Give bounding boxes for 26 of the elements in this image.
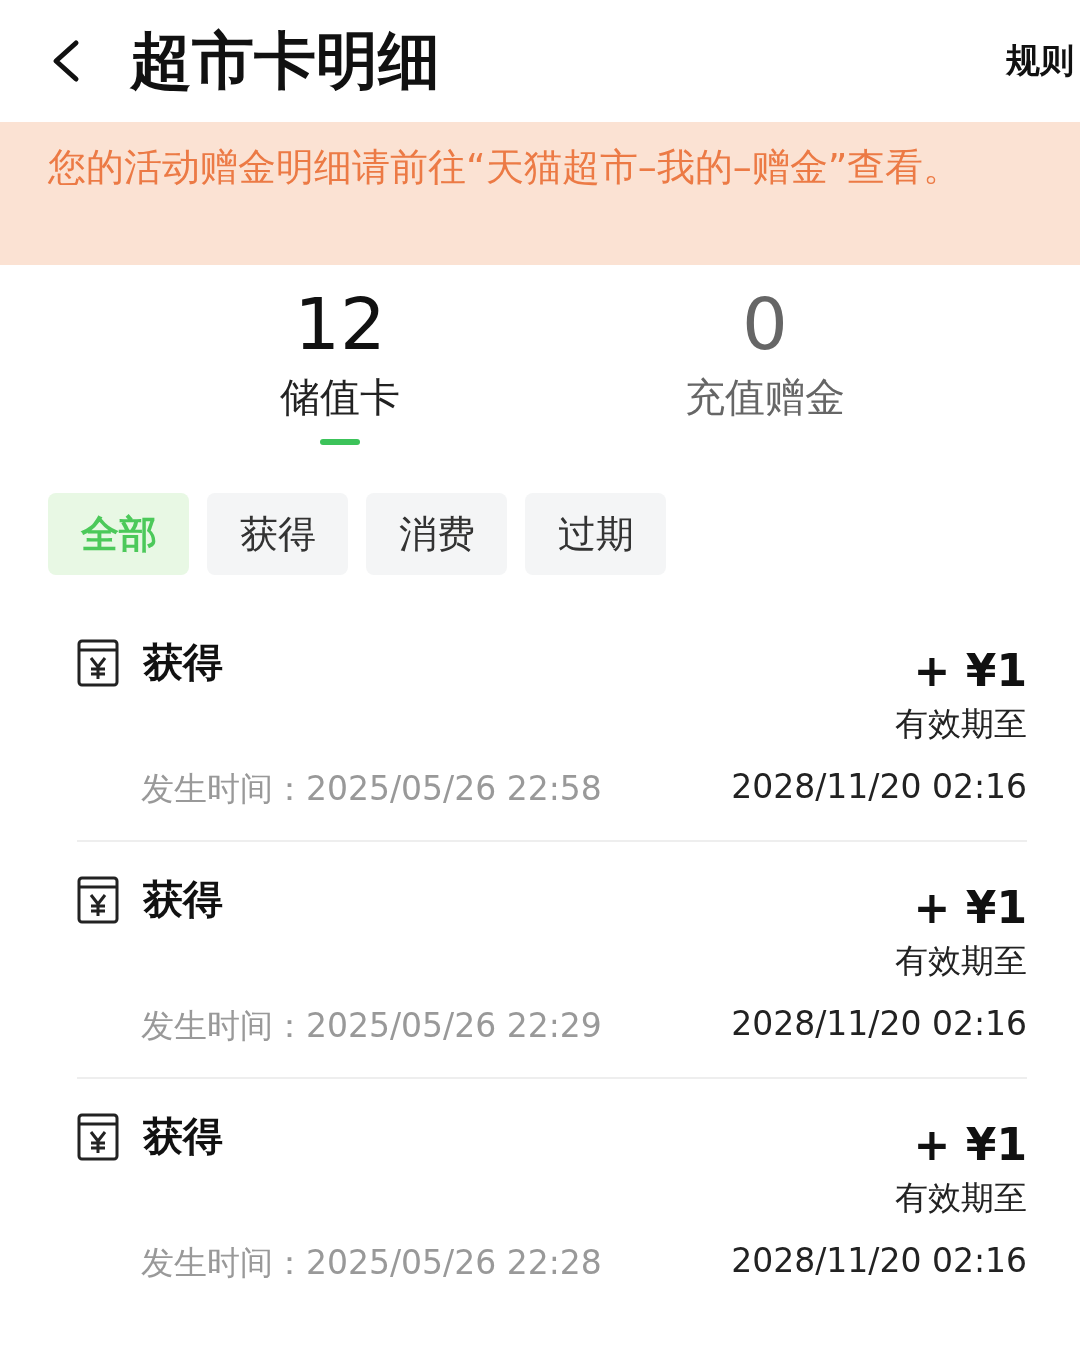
expiry-label: 有效期至 [895, 1178, 1027, 1217]
card-yen-icon [77, 638, 119, 687]
filter-chip[interactable]: 获得 [207, 493, 348, 575]
filter-chip[interactable]: 消费 [366, 493, 507, 575]
expiry-label: 有效期至 [895, 941, 1027, 980]
expiry-date: 2028/11/20 02:16 [731, 1004, 1027, 1045]
summary-tab[interactable]: 0 充值赠金 [530, 283, 1080, 445]
notice-banner: 您的活动赠金明细请前往“天猫超市–我的–赠金”查看。 [0, 122, 1080, 265]
expiry-date: 2028/11/20 02:16 [731, 1241, 1027, 1282]
record-time: 发生时间：2025/05/26 22:29 [141, 1005, 602, 1047]
record-type: 获得 [143, 1112, 223, 1161]
record-amount: + ¥1 [913, 645, 1027, 696]
record-type: 获得 [143, 875, 223, 924]
record-type: 获得 [143, 638, 223, 687]
record-time: 发生时间：2025/05/26 22:28 [141, 1242, 602, 1284]
page-title: 超市卡明细 [130, 23, 441, 99]
record-amount: + ¥1 [913, 1119, 1027, 1170]
record-time: 发生时间：2025/05/26 22:58 [141, 768, 602, 810]
expiry-date: 2028/11/20 02:16 [731, 767, 1027, 808]
expiry-label: 有效期至 [895, 704, 1027, 743]
filter-chip[interactable]: 过期 [525, 493, 666, 575]
card-yen-icon [77, 875, 119, 924]
card-yen-icon [77, 1112, 119, 1161]
record-amount: + ¥1 [913, 882, 1027, 933]
summary-tab[interactable]: 12 储值卡 [0, 283, 530, 445]
rules-link[interactable]: 规则 [1006, 38, 1074, 84]
